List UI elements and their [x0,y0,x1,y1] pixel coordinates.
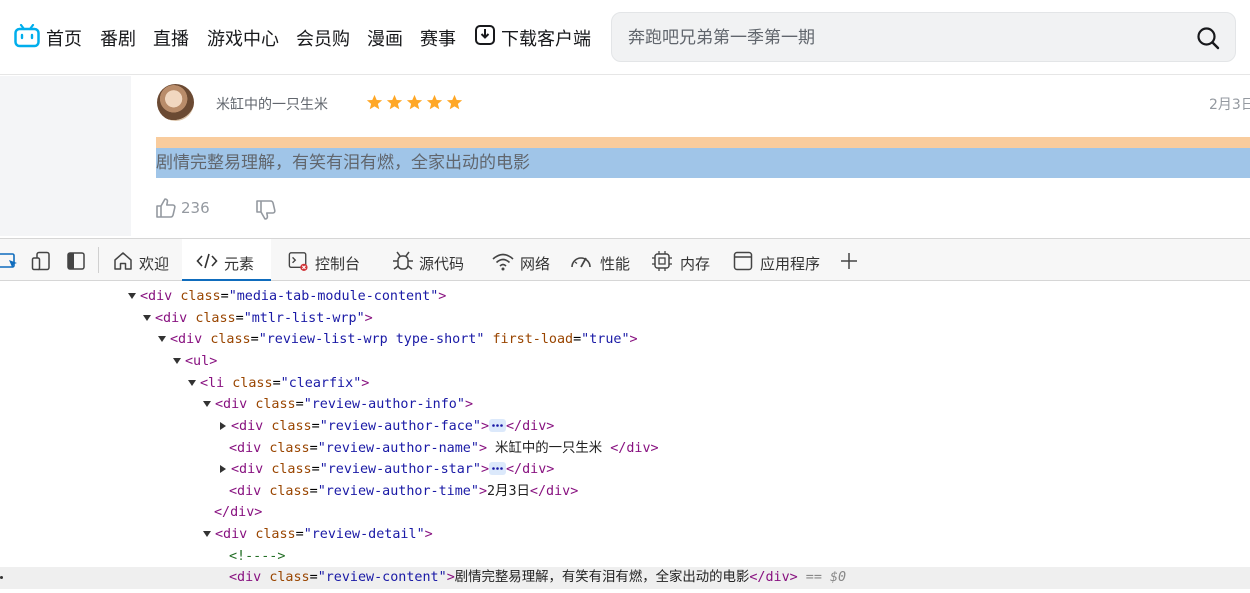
tab-welcome[interactable]: 欢迎 [112,239,172,281]
device-emulation-icon[interactable] [31,251,51,271]
dom-node-media-tab-module-content[interactable]: <div class="media-tab-module-content"> [0,286,1250,308]
dom-tree: <div class="media-tab-module-content"> <… [0,282,1250,593]
tab-elements[interactable]: 元素 [182,239,271,281]
expand-toggle[interactable] [188,380,196,386]
expand-toggle[interactable] [173,358,181,364]
search-icon[interactable] [1195,25,1221,51]
review-author-name[interactable]: 米缸中的一只生米 [216,94,328,114]
star-icon [386,94,403,110]
dom-node-ul[interactable]: <ul> [0,351,1250,373]
thumbs-up-icon[interactable] [155,197,177,219]
collapsed-ellipsis-icon[interactable] [489,461,506,475]
star-icon [406,94,423,110]
code-icon [196,253,218,269]
star-icon [426,94,443,110]
dom-node-review-author-star[interactable]: <div class="review-author-star"> </div> [0,459,1250,481]
collapsed-ellipsis-icon[interactable] [489,418,506,432]
bilibili-tv-icon[interactable] [14,24,40,48]
inspect-highlight-margin [156,137,1250,148]
home-icon [114,252,132,270]
expand-toggle[interactable] [128,293,136,299]
nav-anime[interactable]: 番剧 [100,25,136,51]
tab-label: 欢迎 [139,255,170,273]
expand-toggle[interactable] [143,315,151,321]
page-gutter [0,76,131,236]
top-navigation: 首页 番剧 直播 游戏中心 会员购 漫画 赛事 下载客户端 [0,0,1250,75]
dom-node-review-content-selected[interactable]: <div class="review-content">剧情完整易理解，有笑有泪… [0,567,1250,589]
thumbs-down-icon[interactable] [255,199,277,221]
devtools-tab-bar: 欢迎 元素 控制台 源代码 网络 性能 内存 应用程序 [0,238,1250,281]
download-icon[interactable] [474,24,496,46]
tab-label: 控制台 [315,255,361,273]
wifi-icon [492,253,514,271]
avatar[interactable] [157,84,194,121]
dom-node-review-author-info[interactable]: <div class="review-author-info"> [0,394,1250,416]
dom-node-review-author-time[interactable]: <div class="review-author-time">2月3日</di… [0,481,1250,503]
chip-icon [652,251,672,271]
tab-label: 性能 [600,255,631,273]
nav-download-client[interactable]: 下载客户端 [501,25,591,51]
star-icon [366,94,383,110]
console-icon [288,252,308,271]
tab-memory[interactable]: 内存 [651,239,716,281]
expand-toggle[interactable] [220,465,226,473]
dom-node-review-list-wrp[interactable]: <div class="review-list-wrp type-short" … [0,329,1250,351]
selection-dot [0,576,3,579]
tab-label: 源代码 [419,255,465,273]
gauge-icon [571,257,591,268]
search-box [611,12,1236,62]
nav-game-center[interactable]: 游戏中心 [207,25,279,51]
dom-node-review-author-face[interactable]: <div class="review-author-face"> </div> [0,416,1250,438]
dom-node-review-author-name[interactable]: <div class="review-author-name"> 米缸中的一只生… [0,438,1250,460]
inspect-element-icon[interactable] [0,251,20,271]
search-input[interactable] [628,25,1168,51]
expand-toggle[interactable] [220,422,226,430]
tab-performance[interactable]: 性能 [570,239,635,281]
expand-toggle[interactable] [203,401,211,407]
nav-esports[interactable]: 赛事 [420,25,456,51]
tab-application[interactable]: 应用程序 [733,239,828,281]
nav-live[interactable]: 直播 [153,25,189,51]
like-count: 236 [181,199,210,217]
tab-network[interactable]: 网络 [492,239,557,281]
review-author-time: 2月3日 [1209,97,1250,113]
dock-panel-icon[interactable] [66,251,86,271]
tab-label: 网络 [520,255,551,273]
review-author-star [366,94,466,112]
tab-label: 内存 [680,255,711,273]
nav-manga[interactable]: 漫画 [367,25,403,51]
dom-node-comment[interactable]: <!----> [0,546,1250,568]
dom-node-review-detail[interactable]: <div class="review-detail"> [0,524,1250,546]
star-icon [446,94,463,110]
nav-home[interactable]: 首页 [46,25,82,51]
tab-label: 元素 [224,255,255,273]
dom-node-mtlr-list-wrp[interactable]: <div class="mtlr-list-wrp"> [0,308,1250,330]
review-content: 剧情完整易理解，有笑有泪有燃，全家出动的电影 [156,148,1250,178]
expand-toggle[interactable] [158,336,166,342]
selected-node-marker: == $0 [797,570,847,585]
add-tab-icon[interactable] [838,250,860,272]
dom-node-li-clearfix[interactable]: <li class="clearfix"> [0,373,1250,395]
expand-toggle[interactable] [203,531,211,537]
dom-node-closing-div[interactable]: </div> [0,502,1250,524]
tab-label: 应用程序 [760,255,821,273]
toolbar-divider [98,247,99,273]
bug-icon [393,251,413,270]
app-window-icon [733,251,753,271]
tab-sources[interactable]: 源代码 [392,239,472,281]
nav-vip-shop[interactable]: 会员购 [296,25,350,51]
tab-console[interactable]: 控制台 [287,239,367,281]
